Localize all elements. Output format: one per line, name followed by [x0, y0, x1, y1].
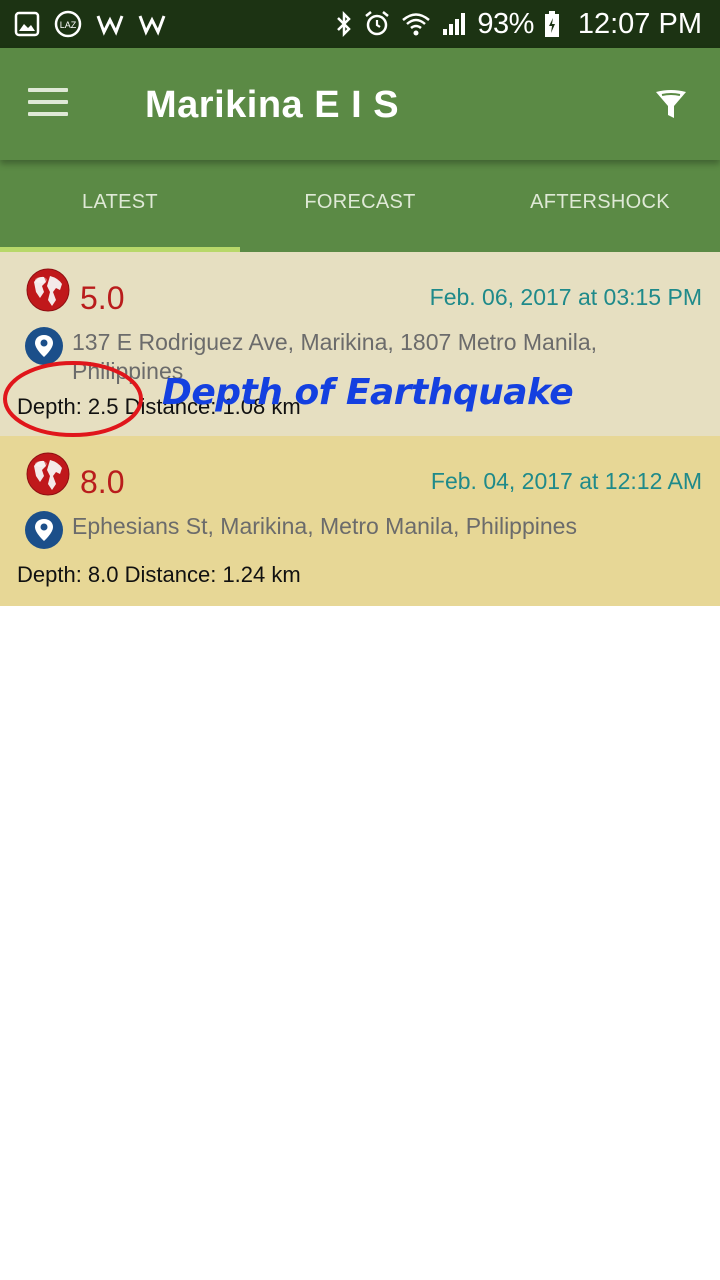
system-icons: 93% 12:07 PM	[335, 0, 702, 48]
quake-datetime: Feb. 04, 2017 at 12:12 AM	[430, 468, 702, 494]
list-item[interactable]: 8.0 Feb. 04, 2017 at 12:12 AM Ephesians …	[0, 436, 720, 606]
tab-bar: LATEST FORECAST AFTERSHOCK	[0, 160, 720, 252]
tab-forecast[interactable]: FORECAST	[240, 160, 480, 252]
svg-text:LAZ: LAZ	[60, 20, 77, 30]
globe-icon	[26, 268, 70, 312]
image-icon	[14, 11, 40, 37]
globe-icon	[26, 452, 70, 496]
w-icon	[96, 15, 124, 36]
alarm-icon	[365, 11, 390, 36]
status-bar: LAZ 93% 12:07 PM	[0, 0, 720, 48]
app-title: Marikina E I S	[145, 84, 400, 126]
quake-details: Depth: 8.0 Distance: 1.24 km	[17, 562, 301, 587]
magnitude: 8.0	[80, 464, 125, 500]
magnitude: 5.0	[80, 280, 125, 316]
location-pin-icon	[25, 511, 63, 549]
quake-datetime: Feb. 06, 2017 at 03:15 PM	[429, 284, 702, 310]
battery-icon	[544, 11, 559, 37]
quake-address: Ephesians St, Marikina, Metro Manila, Ph…	[72, 513, 577, 539]
tab-aftershock[interactable]: AFTERSHOCK	[480, 160, 720, 252]
battery-percent: 93%	[477, 7, 534, 40]
filter-icon[interactable]	[654, 88, 688, 122]
app-bar: Marikina E I S	[0, 48, 720, 160]
bluetooth-icon	[337, 10, 352, 38]
notification-icons: LAZ	[14, 8, 166, 40]
w-icon	[138, 15, 166, 36]
laz-icon: LAZ	[54, 10, 82, 38]
clock: 12:07 PM	[577, 7, 702, 40]
location-pin-icon	[25, 327, 63, 365]
menu-icon[interactable]	[28, 88, 68, 120]
wifi-icon	[402, 13, 431, 36]
earthquake-list: 5.0 Feb. 06, 2017 at 03:15 PM 137 E Rodr…	[0, 252, 720, 606]
annotation-label: Depth of Earthquake	[162, 372, 574, 413]
signal-icon	[443, 13, 466, 35]
tab-latest[interactable]: LATEST	[0, 160, 240, 252]
